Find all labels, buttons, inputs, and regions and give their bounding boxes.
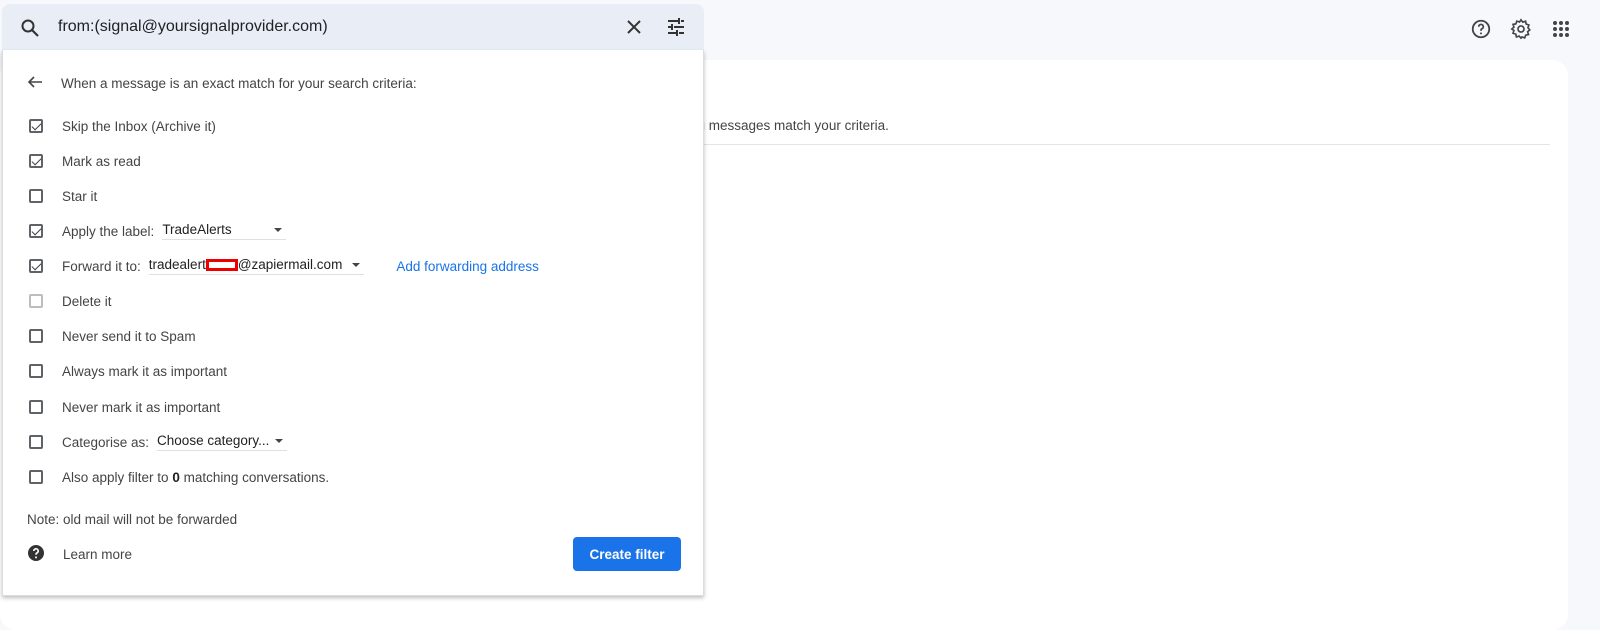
results-message: ng messages match your criteria. bbox=[690, 118, 889, 133]
search-bar: from:(signal@yoursignalprovider.com) bbox=[2, 4, 704, 50]
checkbox[interactable] bbox=[29, 400, 43, 414]
option-mark-as-read[interactable]: Mark as read bbox=[29, 151, 141, 171]
option-apply-label[interactable]: Apply the label: TradeAlerts bbox=[29, 221, 287, 241]
option-forward[interactable]: Forward it to: tradealert @zapiermail.com… bbox=[29, 256, 539, 276]
back-arrow-icon[interactable] bbox=[27, 74, 43, 93]
redaction-box bbox=[205, 258, 238, 271]
checkbox[interactable] bbox=[29, 294, 43, 308]
apps-grid-icon[interactable] bbox=[1548, 16, 1574, 42]
chevron-down-icon bbox=[352, 262, 361, 267]
add-forwarding-address-link[interactable]: Add forwarding address bbox=[396, 259, 539, 274]
category-select[interactable]: Choose category... bbox=[157, 433, 288, 451]
search-options-tune-icon[interactable] bbox=[666, 17, 686, 40]
checkbox[interactable] bbox=[29, 329, 43, 343]
checkbox[interactable] bbox=[29, 189, 43, 203]
divider bbox=[690, 144, 1550, 145]
checkbox[interactable] bbox=[29, 154, 43, 168]
option-categorise[interactable]: Categorise as: Choose category... bbox=[29, 432, 288, 452]
forwarding-note: Note: old mail will not be forwarded bbox=[27, 512, 238, 527]
search-icon[interactable] bbox=[20, 18, 40, 41]
checkbox[interactable] bbox=[29, 224, 43, 238]
clear-search-icon[interactable] bbox=[624, 17, 644, 40]
label-select[interactable]: TradeAlerts bbox=[162, 222, 287, 240]
filter-header: When a message is an exact match for you… bbox=[61, 76, 417, 91]
checkbox[interactable] bbox=[29, 364, 43, 378]
option-apply-existing[interactable]: Also apply filter to 0 matching conversa… bbox=[29, 467, 329, 487]
help-filled-icon bbox=[27, 544, 45, 565]
option-always-important[interactable]: Always mark it as important bbox=[29, 361, 227, 381]
option-skip-inbox[interactable]: Skip the Inbox (Archive it) bbox=[29, 116, 216, 136]
checkbox[interactable] bbox=[29, 435, 43, 449]
option-never-spam[interactable]: Never send it to Spam bbox=[29, 326, 196, 346]
chevron-down-icon bbox=[274, 227, 283, 232]
checkbox[interactable] bbox=[29, 470, 43, 484]
help-icon[interactable] bbox=[1468, 16, 1494, 42]
checkbox[interactable] bbox=[29, 119, 43, 133]
filter-actions-panel: When a message is an exact match for you… bbox=[2, 50, 704, 596]
settings-gear-icon[interactable] bbox=[1508, 16, 1534, 42]
top-toolbar bbox=[1468, 16, 1574, 42]
option-never-important[interactable]: Never mark it as important bbox=[29, 397, 220, 417]
option-star-it[interactable]: Star it bbox=[29, 186, 97, 206]
option-delete-it[interactable]: Delete it bbox=[29, 291, 112, 311]
learn-more-link[interactable]: Learn more bbox=[27, 544, 132, 565]
chevron-down-icon bbox=[275, 438, 284, 443]
create-filter-button[interactable]: Create filter bbox=[573, 537, 681, 571]
checkbox[interactable] bbox=[29, 259, 43, 273]
search-input[interactable]: from:(signal@yoursignalprovider.com) bbox=[58, 18, 328, 36]
forward-address-select[interactable]: tradealert @zapiermail.com bbox=[148, 257, 365, 275]
